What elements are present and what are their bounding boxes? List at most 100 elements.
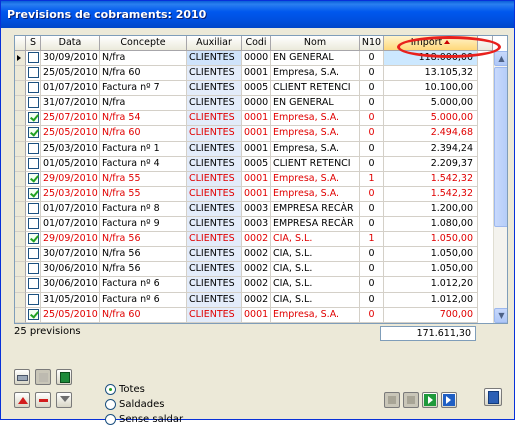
table-row[interactable]: 30/06/2010 Factura nº 6 CLIENTES 0002 CIA, S…	[15, 277, 493, 293]
cell-codi: 0002	[242, 232, 271, 248]
up-button[interactable]	[14, 392, 30, 408]
cell-nom: CLIENT RETENCI	[271, 81, 360, 97]
book-button[interactable]	[56, 369, 72, 385]
blank-button[interactable]	[35, 369, 51, 385]
table-row[interactable]: 30/09/2010 N/fra CLIENTES 0000 EN GENERAL 0 11…	[15, 51, 493, 67]
table-row[interactable]: 25/03/2010 N/fra 55 CLIENTES 0001 Empresa, S…	[15, 186, 493, 202]
cell-auxiliar: CLIENTES	[187, 292, 242, 308]
filter-radio-group: Totes Saldades Sense saldar	[105, 382, 183, 427]
row-indicator	[15, 201, 26, 218]
column-header-concepte[interactable]: Concepte	[100, 36, 187, 51]
row-checkbox[interactable]	[28, 127, 39, 139]
row-checkbox-cell	[26, 247, 41, 263]
sort-ascending-icon	[444, 40, 451, 44]
row-checkbox-cell	[26, 201, 41, 218]
cell-n: 1	[360, 232, 384, 248]
row-checkbox[interactable]	[28, 218, 39, 230]
print-button[interactable]	[14, 369, 30, 385]
cell-nom: CIA, S.L.	[271, 262, 360, 278]
radio-button[interactable]	[105, 399, 116, 410]
row-checkbox[interactable]	[28, 157, 39, 169]
cell-concepte: N/fra 54	[100, 111, 187, 127]
cell-auxiliar: CLIENTES	[187, 247, 242, 263]
table-row[interactable]: 30/06/2010 N/fra 56 CLIENTES 0002 CIA, S.L. 0…	[15, 262, 493, 278]
exit-button[interactable]	[484, 388, 502, 406]
table-row[interactable]: 01/05/2010 Factura nº 4 CLIENTES 0005 CLIENT…	[15, 156, 493, 172]
column-header-codi[interactable]: Codi	[242, 36, 271, 51]
column-header-nom[interactable]: Nom	[271, 36, 360, 51]
column-header-blank-9[interactable]	[478, 36, 493, 51]
column-header-auxiliar[interactable]: Auxiliar	[187, 36, 242, 51]
table-row[interactable]: 01/07/2010 Factura nº 8 CLIENTES 0003 EMPRES…	[15, 201, 493, 218]
column-header-data[interactable]: Data	[41, 36, 100, 51]
table-row[interactable]: 01/07/2010 Factura nº 7 CLIENTES 0005 CLIENT…	[15, 81, 493, 97]
cell-nom: EMPRESA RECÀR	[271, 217, 360, 233]
table-row[interactable]: 29/09/2010 N/fra 55 CLIENTES 0001 Empresa, S…	[15, 171, 493, 187]
cell-data: 01/05/2010	[41, 156, 100, 172]
nav-first-button[interactable]	[384, 392, 400, 408]
cell-codi: 0002	[242, 262, 271, 278]
filter-option-totes[interactable]: Totes	[105, 382, 183, 397]
scroll-down-button[interactable]: ▼	[494, 308, 507, 323]
nav-prev-button[interactable]	[403, 392, 419, 408]
cell-codi: 0003	[242, 201, 271, 218]
table-row[interactable]: 25/07/2010 N/fra 54 CLIENTES 0001 Empresa, S…	[15, 111, 493, 127]
radio-button[interactable]	[105, 384, 116, 395]
row-checkbox[interactable]	[28, 67, 39, 79]
table-row[interactable]: 31/07/2010 N/fra CLIENTES 0000 EN GENERAL 0 5.…	[15, 96, 493, 112]
row-checkbox[interactable]	[28, 248, 39, 260]
table-row[interactable]: 25/05/2010 N/fra 60 CLIENTES 0001 Empresa, S…	[15, 307, 493, 323]
row-checkbox[interactable]	[28, 293, 39, 305]
cell-data: 31/05/2010	[41, 292, 100, 308]
row-checkbox[interactable]	[28, 52, 39, 63]
row-checkbox[interactable]	[28, 278, 39, 290]
previsions-grid[interactable]: S Data Concepte Auxiliar Codi Nom N10 Import 30…	[14, 35, 508, 324]
cell-auxiliar: CLIENTES	[187, 141, 242, 157]
scroll-thumb[interactable]	[494, 67, 507, 227]
filter-option-saldades[interactable]: Saldades	[105, 397, 183, 412]
scroll-up-button[interactable]: ▲	[494, 51, 507, 66]
table-row[interactable]: 29/09/2010 N/fra 56 CLIENTES 0002 CIA, S.L. 1…	[15, 232, 493, 248]
row-checkbox-cell	[26, 96, 41, 112]
row-checkbox-cell	[26, 66, 41, 82]
row-checkbox[interactable]	[28, 112, 39, 124]
row-checkbox[interactable]	[28, 202, 39, 214]
cell-import: 10.100,00	[384, 81, 478, 97]
cell-auxiliar: CLIENTES	[187, 201, 242, 218]
column-header-n10[interactable]: N10	[360, 36, 384, 51]
row-checkbox[interactable]	[28, 142, 39, 154]
cell-n: 0	[360, 307, 384, 323]
delete-button[interactable]	[35, 392, 51, 408]
column-header-s[interactable]: S	[26, 36, 41, 51]
cell-data: 01/07/2010	[41, 201, 100, 218]
row-checkbox[interactable]	[28, 233, 39, 245]
cell-auxiliar: CLIENTES	[187, 277, 242, 293]
table-row[interactable]: 25/03/2010 Factura nº 1 CLIENTES 0001 Empres…	[15, 141, 493, 157]
nav-last-button[interactable]	[441, 392, 457, 408]
cell-data: 25/05/2010	[41, 66, 100, 82]
cell-n: 0	[360, 156, 384, 172]
filter-button[interactable]	[56, 392, 72, 408]
cell-concepte: Factura nº 6	[100, 277, 187, 293]
row-checkbox[interactable]	[28, 308, 39, 320]
row-checkbox[interactable]	[28, 187, 39, 199]
table-row[interactable]: 01/07/2010 Factura nº 9 CLIENTES 0003 EMPRES…	[15, 217, 493, 233]
table-row[interactable]: 25/05/2010 N/fra 60 CLIENTES 0001 Empresa, S…	[15, 66, 493, 82]
row-checkbox[interactable]	[28, 82, 39, 94]
table-row[interactable]: 25/05/2010 N/fra 60 CLIENTES 0001 Empresa, S…	[15, 126, 493, 142]
table-row[interactable]: 31/05/2010 Factura nº 6 CLIENTES 0002 CIA, S…	[15, 292, 493, 308]
cell-import: 1.542,32	[384, 171, 478, 187]
column-header-blank-0[interactable]	[15, 36, 26, 51]
cell-import: 5.000,00	[384, 96, 478, 112]
row-checkbox[interactable]	[28, 97, 39, 109]
row-checkbox[interactable]	[28, 263, 39, 275]
vertical-scrollbar[interactable]: ▲ ▼	[493, 51, 507, 323]
row-checkbox-cell	[26, 307, 41, 323]
row-checkbox[interactable]	[28, 172, 39, 184]
column-header-import[interactable]: Import	[384, 36, 478, 51]
radio-label: Totes	[119, 384, 145, 395]
row-checkbox-cell	[26, 217, 41, 233]
table-row[interactable]: 30/07/2010 N/fra 56 CLIENTES 0002 CIA, S.L. 0…	[15, 247, 493, 263]
nav-next-button[interactable]	[422, 392, 438, 408]
cell-auxiliar: CLIENTES	[187, 51, 242, 67]
